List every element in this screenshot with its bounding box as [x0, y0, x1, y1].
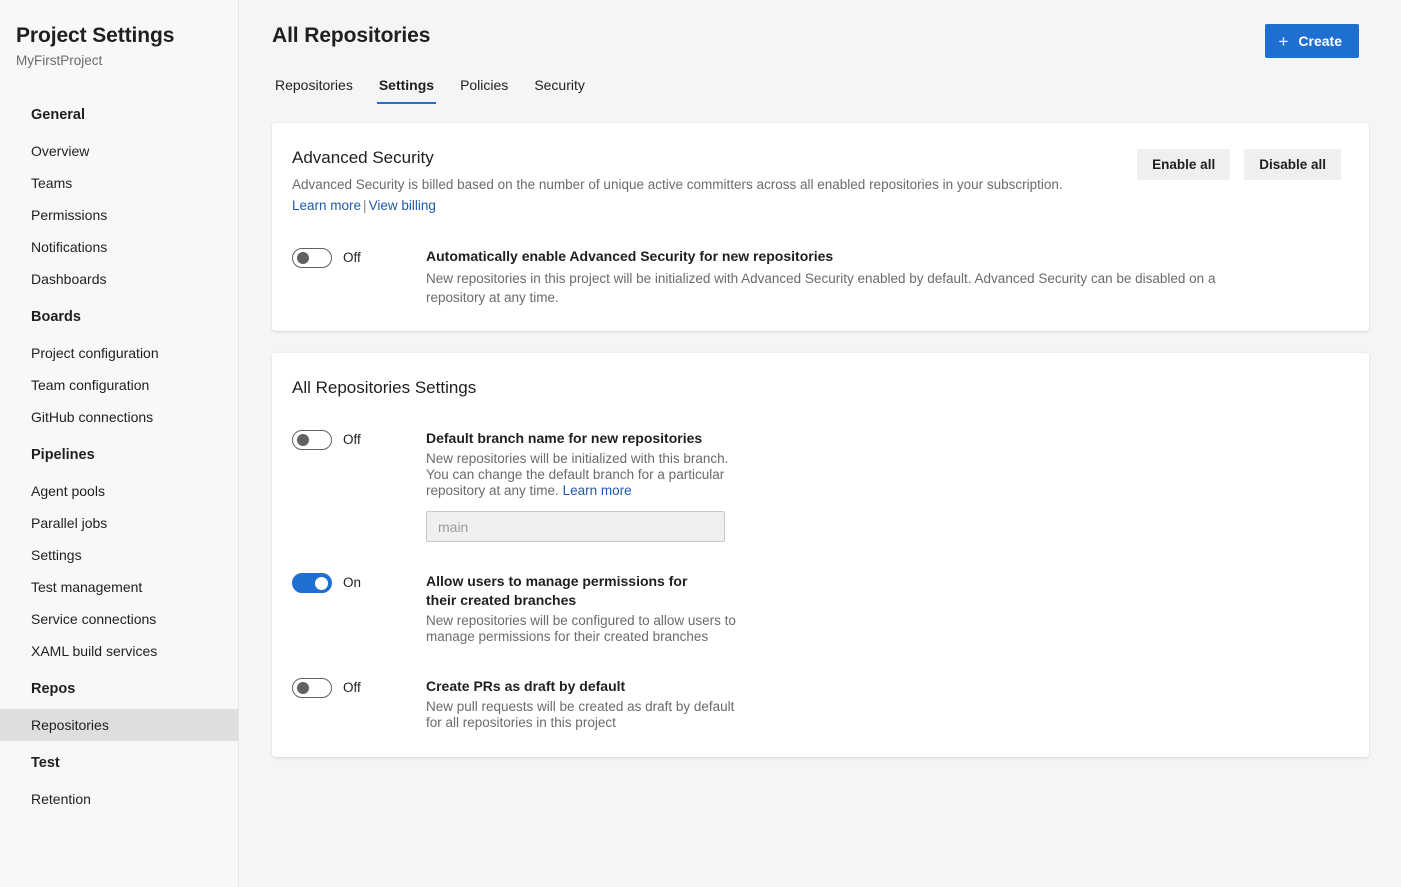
create-prs-as-draft-row: Off Create PRs as draft by default New p…	[292, 677, 1347, 731]
auto-enable-setting-title: Automatically enable Advanced Security f…	[426, 248, 834, 264]
auto-enable-setting-body: Automatically enable Advanced Security f…	[426, 247, 1347, 307]
manage-branch-permissions-toggle[interactable]	[292, 573, 332, 593]
sidebar-item-github-connections[interactable]: GitHub connections	[0, 401, 238, 433]
page-header: All Repositories + Create Repositories S…	[239, 0, 1401, 104]
sidebar: Project Settings MyFirstProject General …	[0, 0, 239, 887]
view-billing-link[interactable]: View billing	[369, 198, 436, 213]
create-prs-draft-toggle-col: Off	[292, 677, 426, 698]
sidebar-item-dashboards[interactable]: Dashboards	[0, 263, 238, 295]
toggle-knob	[315, 576, 328, 590]
create-prs-draft-setting-description: New pull requests will be created as dra…	[426, 699, 735, 730]
default-branch-name-toggle[interactable]	[292, 430, 332, 450]
sidebar-item-project-configuration[interactable]: Project configuration	[0, 337, 238, 369]
auto-enable-advanced-security-toggle[interactable]	[292, 248, 332, 268]
sidebar-item-settings[interactable]: Settings	[0, 539, 238, 571]
toggle-knob	[297, 252, 309, 264]
create-button-label: Create	[1298, 33, 1342, 49]
sidebar-subtitle: MyFirstProject	[16, 53, 103, 68]
create-prs-draft-setting-title: Create PRs as draft by default	[426, 678, 626, 694]
default-branch-setting-body: Default branch name for new repositories…	[426, 429, 1347, 542]
sidebar-item-notifications[interactable]: Notifications	[0, 231, 238, 263]
plus-icon: +	[1278, 31, 1289, 51]
auto-enable-toggle-state: Off	[343, 250, 361, 265]
nav-group-pipelines: Pipelines Agent pools Parallel jobs Sett…	[0, 433, 238, 667]
tab-policies[interactable]: Policies	[458, 72, 510, 104]
advanced-security-actions: Enable all Disable all	[1137, 149, 1341, 180]
sidebar-nav: General Overview Teams Permissions Notif…	[0, 93, 238, 815]
nav-group-header-boards: Boards	[31, 309, 81, 325]
advanced-security-description: Advanced Security is billed based on the…	[292, 177, 1063, 192]
advanced-security-card: Advanced Security Advanced Security is b…	[272, 123, 1369, 331]
tab-settings[interactable]: Settings	[376, 72, 437, 104]
main-content: All Repositories + Create Repositories S…	[239, 0, 1401, 887]
default-branch-name-input[interactable]	[426, 511, 725, 542]
default-branch-toggle-col: Off	[292, 429, 426, 450]
auto-enable-toggle-col: Off	[292, 247, 426, 268]
sidebar-item-permissions[interactable]: Permissions	[0, 199, 238, 231]
tab-bar: Repositories Settings Policies Security	[272, 72, 1369, 104]
app-root: Project Settings MyFirstProject General …	[0, 0, 1401, 887]
sidebar-item-repositories[interactable]: Repositories	[0, 709, 238, 741]
tab-repositories[interactable]: Repositories	[273, 72, 355, 104]
sidebar-item-teams[interactable]: Teams	[0, 167, 238, 199]
default-branch-toggle-state: Off	[343, 432, 361, 447]
manage-permissions-setting-description: New repositories will be configured to a…	[426, 613, 736, 644]
link-separator: |	[363, 198, 367, 213]
nav-group-general: General Overview Teams Permissions Notif…	[0, 93, 238, 295]
sidebar-item-retention[interactable]: Retention	[0, 783, 238, 815]
manage-permissions-toggle-col: On	[292, 572, 426, 593]
manage-branch-permissions-row: On Allow users to manage permissions for…	[292, 572, 1347, 645]
disable-all-button[interactable]: Disable all	[1244, 149, 1341, 180]
default-branch-name-row: Off Default branch name for new reposito…	[292, 429, 1347, 542]
sidebar-item-test-management[interactable]: Test management	[0, 571, 238, 603]
nav-group-test: Test Retention	[0, 741, 238, 815]
toggle-knob	[297, 682, 309, 694]
all-repositories-settings-heading: All Repositories Settings	[292, 378, 477, 397]
sidebar-item-team-configuration[interactable]: Team configuration	[0, 369, 238, 401]
default-branch-setting-title: Default branch name for new repositories	[426, 430, 703, 446]
nav-group-repos: Repos Repositories	[0, 667, 238, 741]
tab-security[interactable]: Security	[532, 72, 587, 104]
manage-permissions-toggle-state: On	[343, 575, 362, 590]
nav-group-header-general: General	[31, 107, 85, 123]
default-branch-learn-more-link[interactable]: Learn more	[563, 483, 632, 498]
nav-group-header-repos: Repos	[31, 681, 76, 697]
sidebar-title: Project Settings	[16, 24, 175, 47]
nav-group-header-test: Test	[31, 755, 60, 771]
learn-more-link[interactable]: Learn more	[292, 198, 361, 213]
toggle-knob	[297, 434, 309, 446]
sidebar-item-agent-pools[interactable]: Agent pools	[0, 475, 238, 507]
page-title: All Repositories	[272, 24, 431, 47]
sidebar-item-service-connections[interactable]: Service connections	[0, 603, 238, 635]
sidebar-item-overview[interactable]: Overview	[0, 135, 238, 167]
create-prs-draft-setting-body: Create PRs as draft by default New pull …	[426, 677, 1347, 731]
sidebar-item-xaml-build-services[interactable]: XAML build services	[0, 635, 238, 667]
create-button[interactable]: + Create	[1265, 24, 1359, 58]
create-prs-as-draft-toggle[interactable]	[292, 678, 332, 698]
nav-group-header-pipelines: Pipelines	[31, 447, 95, 463]
auto-enable-setting-description: New repositories in this project will be…	[426, 271, 1216, 305]
all-repositories-settings-card: All Repositories Settings Off Default br…	[272, 353, 1369, 757]
manage-permissions-setting-body: Allow users to manage permissions for th…	[426, 572, 1347, 645]
sidebar-item-parallel-jobs[interactable]: Parallel jobs	[0, 507, 238, 539]
manage-permissions-setting-title: Allow users to manage permissions for th…	[426, 573, 688, 608]
nav-group-boards: Boards Project configuration Team config…	[0, 295, 238, 433]
enable-all-button[interactable]: Enable all	[1137, 149, 1231, 180]
default-branch-setting-description: New repositories will be initialized wit…	[426, 451, 744, 499]
advanced-security-links: Learn more | View billing	[292, 196, 1347, 216]
create-prs-draft-toggle-state: Off	[343, 680, 361, 695]
settings-content: Advanced Security Advanced Security is b…	[239, 104, 1401, 757]
auto-enable-advanced-security-row: Off Automatically enable Advanced Securi…	[292, 247, 1347, 307]
